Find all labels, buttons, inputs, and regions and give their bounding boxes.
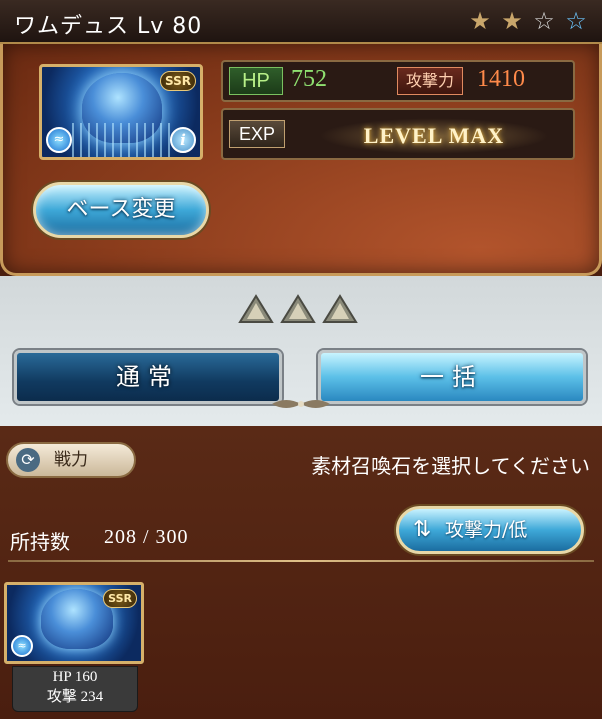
power-sort-label: 戦力 bbox=[54, 450, 88, 470]
star-icon-empty: ☆ bbox=[533, 7, 555, 35]
info-icon[interactable]: i bbox=[170, 127, 196, 153]
attack-sort-button[interactable]: ⇅ 攻撃力/低 bbox=[396, 506, 584, 554]
base-summon-panel: SSR ≈ i HP 752 攻撃力 1410 EXP LEVEL MAX ベー… bbox=[0, 44, 602, 276]
material-summon-card[interactable]: SSR ≈ HP 160 攻撃 234 bbox=[4, 582, 144, 714]
material-atk: 攻撃 234 bbox=[46, 689, 104, 705]
atk-label: 攻撃力 bbox=[397, 67, 463, 95]
water-element-icon: ≈ bbox=[11, 635, 33, 657]
bulk-mode-button[interactable]: 一括 bbox=[318, 350, 586, 404]
ornament-divider bbox=[270, 396, 332, 412]
normal-mode-button[interactable]: 通常 bbox=[14, 350, 282, 404]
mode-select-area: 通常 一括 bbox=[0, 276, 602, 426]
star-icon-filled-2: ★ bbox=[501, 7, 523, 35]
summon-portrait[interactable]: SSR ≈ i bbox=[39, 64, 203, 160]
uncap-triangle-icon-1 bbox=[238, 294, 274, 324]
water-element-icon: ≈ bbox=[46, 127, 72, 153]
star-icon-filled-1: ★ bbox=[469, 7, 491, 35]
uncap-triangle-icon-3 bbox=[322, 294, 358, 324]
power-sort-button[interactable]: ⟳ 戦力 bbox=[6, 442, 136, 478]
stat-box: HP 752 攻撃力 1410 bbox=[221, 60, 575, 102]
material-list-area: ⟳ 戦力 素材召喚石を選択してください 所持数 208 / 300 ⇅ 攻撃力/… bbox=[0, 426, 602, 719]
owned-count-label: 所持数 bbox=[10, 530, 70, 554]
hp-label: HP bbox=[229, 67, 283, 95]
owned-count-value: 208 / 300 bbox=[104, 526, 189, 548]
material-thumbnail: SSR ≈ bbox=[4, 582, 144, 664]
uncap-triangles bbox=[238, 294, 358, 324]
cycle-icon: ⟳ bbox=[16, 448, 40, 472]
divider-line bbox=[8, 560, 594, 562]
star-icon-blue: ☆ bbox=[565, 7, 587, 35]
exp-box: EXP LEVEL MAX bbox=[221, 108, 575, 160]
material-hp: HP 160 bbox=[52, 669, 98, 685]
attack-sort-label: 攻撃力/低 bbox=[445, 519, 528, 541]
level-max-indicator: LEVEL MAX bbox=[319, 118, 549, 154]
base-change-button[interactable]: ベース変更 bbox=[33, 182, 209, 238]
material-stats: HP 160 攻撃 234 bbox=[12, 666, 138, 712]
ssr-badge: SSR bbox=[160, 71, 196, 91]
instruction-text: 素材召喚石を選択してください bbox=[311, 454, 590, 478]
ssr-badge: SSR bbox=[103, 589, 137, 608]
exp-label: EXP bbox=[229, 120, 285, 148]
sort-arrows-icon: ⇅ bbox=[413, 517, 432, 542]
uncap-stars: ★ ★ ☆ ☆ bbox=[466, 6, 590, 36]
atk-value: 1410 bbox=[477, 66, 525, 92]
hp-value: 752 bbox=[291, 66, 327, 92]
uncap-triangle-icon-2 bbox=[280, 294, 316, 324]
title-bar: ワムデュス Lv 80 ★ ★ ☆ ☆ bbox=[0, 0, 602, 44]
summon-title: ワムデュス Lv 80 bbox=[14, 14, 203, 39]
